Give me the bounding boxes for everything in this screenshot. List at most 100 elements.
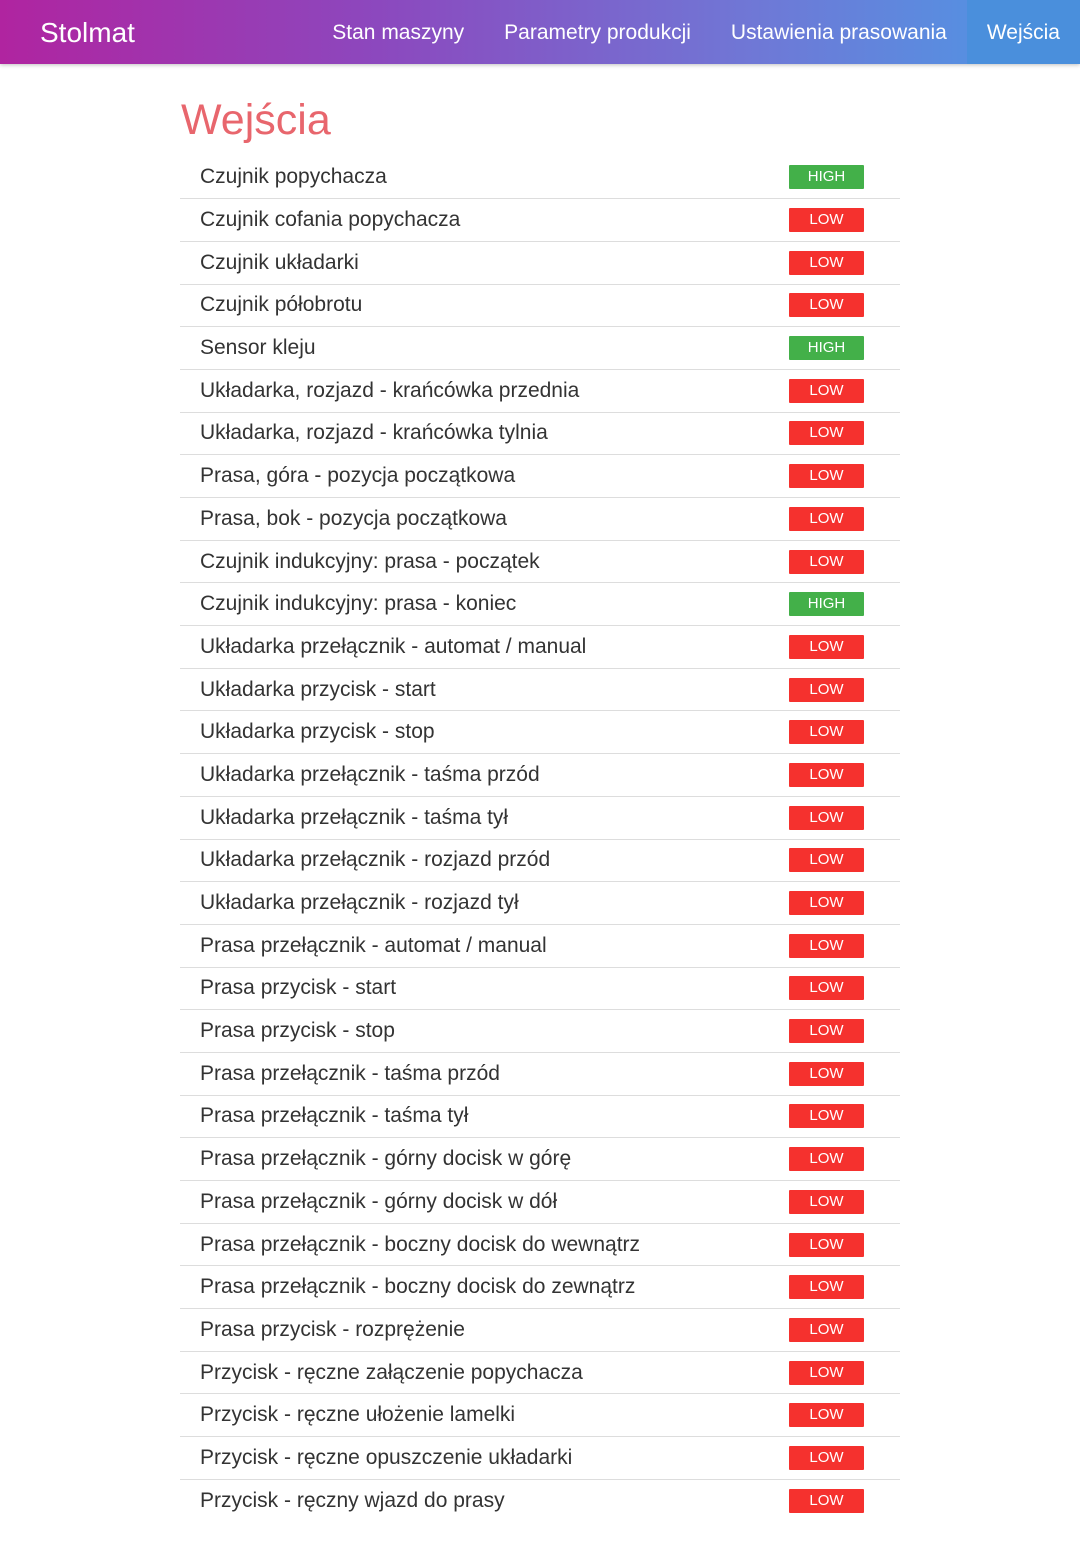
status-badge: LOW	[789, 1147, 864, 1172]
input-state-cell: LOW	[788, 1437, 900, 1480]
input-name: Prasa przełącznik - górny docisk w górę	[200, 1147, 572, 1171]
status-badge: HIGH	[789, 165, 864, 190]
input-row: Układarka przycisk - start LOW	[180, 668, 900, 711]
status-badge: LOW	[789, 208, 864, 233]
input-row: Prasa przełącznik - górny docisk w górę L…	[180, 1138, 900, 1181]
inputs-table-body: Czujnik popychacza HIGH Czujnik cofania po…	[180, 156, 900, 1522]
input-name: Prasa przycisk - stop	[200, 1019, 395, 1043]
input-state-cell: LOW	[788, 1394, 900, 1437]
status-badge: LOW	[789, 1061, 864, 1086]
input-row: Przycisk - ręczne załączenie popychacza L…	[180, 1351, 900, 1394]
input-state-cell: LOW	[788, 1052, 900, 1095]
status-badge: LOW	[789, 1189, 864, 1214]
status-badge: LOW	[789, 549, 864, 574]
input-name: Czujnik półobrotu	[200, 293, 363, 317]
input-row: Układarka przełącznik - rozjazd przód LOW	[180, 839, 900, 882]
status-badge: LOW	[789, 1275, 864, 1300]
input-row: Układarka przycisk - stop LOW	[180, 711, 900, 754]
status-badge: LOW	[789, 634, 864, 659]
input-state-cell: LOW	[788, 1266, 900, 1309]
nav-item-parametry-produkcji[interactable]: Parametry produkcji	[484, 0, 711, 64]
status-badge: LOW	[789, 933, 864, 958]
input-row: Czujnik półobrotu LOW	[180, 284, 900, 327]
input-name: Prasa przełącznik - górny docisk w dół	[200, 1189, 558, 1213]
input-state-cell: LOW	[788, 1181, 900, 1224]
input-row: Prasa przycisk - stop LOW	[180, 1010, 900, 1053]
status-badge: LOW	[789, 1232, 864, 1257]
input-name: Czujnik indukcyjny: prasa - początek	[200, 549, 540, 573]
status-badge: LOW	[789, 805, 864, 830]
input-row: Prasa przełącznik - boczny docisk do zew…	[180, 1266, 900, 1309]
input-name: Układarka przełącznik - automat / manual	[200, 634, 587, 658]
main-content: Wejścia Czujnik popychacza HIGH Czujnik co…	[180, 92, 900, 1522]
input-state-cell: LOW	[788, 1138, 900, 1181]
input-state-cell: LOW	[788, 668, 900, 711]
input-state-cell: LOW	[788, 241, 900, 284]
status-badge: LOW	[789, 848, 864, 873]
page-title: Wejścia	[181, 96, 331, 144]
input-name: Czujnik popychacza	[200, 165, 387, 189]
input-name: Przycisk - ręczne ułożenie lamelki	[200, 1403, 516, 1427]
input-row: Prasa, bok - pozycja początkowa LOW	[180, 498, 900, 541]
input-name: Układarka, rozjazd - krańcówka przednia	[200, 378, 580, 402]
input-row: Układarka przełącznik - taśma przód LOW	[180, 754, 900, 797]
status-badge: LOW	[789, 891, 864, 916]
status-badge: HIGH	[789, 592, 864, 617]
input-state-cell: LOW	[788, 839, 900, 882]
input-name: Prasa przycisk - start	[200, 976, 397, 1000]
status-badge: LOW	[789, 720, 864, 745]
input-name: Prasa przełącznik - boczny docisk do wew…	[200, 1232, 641, 1256]
input-state-cell: LOW	[788, 455, 900, 498]
input-row: Układarka przełącznik - taśma tył LOW	[180, 796, 900, 839]
status-badge: LOW	[789, 506, 864, 531]
input-state-cell: LOW	[788, 924, 900, 967]
input-row: Sensor kleju HIGH	[180, 327, 900, 370]
input-state-cell: LOW	[788, 754, 900, 797]
input-name: Czujnik cofania popychacza	[200, 208, 461, 232]
input-name: Przycisk - ręczne załączenie popychacza	[200, 1360, 583, 1384]
input-state-cell: LOW	[788, 796, 900, 839]
input-state-cell: LOW	[788, 412, 900, 455]
main-nav: Stan maszyny Parametry produkcji Ustawie…	[312, 0, 1080, 64]
input-state-cell: HIGH	[788, 327, 900, 370]
input-name: Prasa przełącznik - taśma przód	[200, 1061, 500, 1085]
input-state-cell: LOW	[788, 1223, 900, 1266]
input-row: Układarka, rozjazd - krańcówka przednia L…	[180, 369, 900, 413]
input-row: Prasa przełącznik - górny docisk w dół LO…	[180, 1181, 900, 1224]
nav-item-wejscia[interactable]: Wejścia	[966, 0, 1080, 64]
input-state-cell: LOW	[788, 882, 900, 925]
input-row: Układarka przełącznik - rozjazd tył LOW	[180, 882, 900, 925]
input-name: Prasa przełącznik - taśma tył	[200, 1104, 469, 1128]
input-row: Czujnik indukcyjny: prasa - początek LOW	[180, 540, 900, 583]
status-badge: HIGH	[789, 336, 864, 361]
input-name: Sensor kleju	[200, 336, 316, 360]
input-row: Układarka przełącznik - automat / manual…	[180, 626, 900, 669]
input-row: Czujnik układarki LOW	[180, 241, 900, 285]
input-name: Prasa, bok - pozycja początkowa	[200, 506, 507, 530]
input-row: Prasa przełącznik - automat / manual LOW	[180, 924, 900, 968]
input-state-cell: LOW	[788, 369, 900, 412]
status-badge: LOW	[789, 1445, 864, 1470]
status-badge: LOW	[789, 293, 864, 318]
status-badge: LOW	[789, 1488, 864, 1513]
nav-item-ustawienia-prasowania[interactable]: Ustawienia prasowania	[711, 0, 967, 64]
status-badge: LOW	[789, 1317, 864, 1342]
input-state-cell: LOW	[788, 626, 900, 669]
input-row: Przycisk - ręczne ułożenie lamelki LOW	[180, 1394, 900, 1437]
inputs-table: Czujnik popychacza HIGH Czujnik cofania po…	[180, 156, 900, 1522]
input-row: Prasa przełącznik - taśma przód LOW	[180, 1052, 900, 1096]
status-badge: LOW	[789, 250, 864, 275]
input-name: Czujnik układarki	[200, 250, 359, 274]
brand-logo-link[interactable]: Stolmat	[40, 0, 135, 64]
input-name: Prasa, góra - pozycja początkowa	[200, 464, 516, 488]
status-badge: LOW	[789, 1403, 864, 1428]
input-state-cell: LOW	[788, 1095, 900, 1138]
input-name: Układarka przycisk - stop	[200, 720, 435, 744]
input-state-cell: LOW	[788, 967, 900, 1010]
input-row: Układarka, rozjazd - krańcówka tylnia LOW	[180, 412, 900, 455]
input-row: Przycisk - ręczny wjazd do prasy LOW	[180, 1479, 900, 1522]
input-row: Prasa przełącznik - boczny docisk do wew…	[180, 1223, 900, 1266]
input-name: Czujnik indukcyjny: prasa - koniec	[200, 592, 517, 616]
nav-item-stan-maszyny[interactable]: Stan maszyny	[312, 0, 484, 64]
status-badge: LOW	[789, 976, 864, 1001]
